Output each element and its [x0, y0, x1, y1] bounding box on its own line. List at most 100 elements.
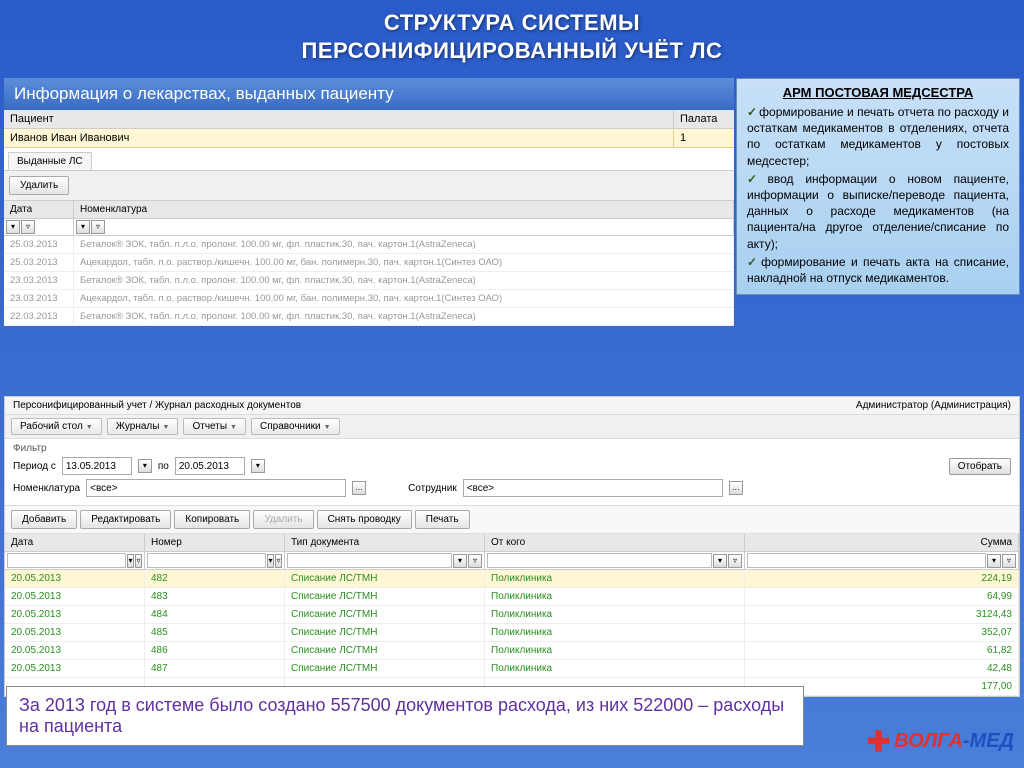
cell-date: 20.05.2013: [5, 588, 145, 605]
cell-date: 23.03.2013: [4, 272, 74, 289]
add-button[interactable]: Добавить: [11, 510, 77, 529]
filter-funnel-icon[interactable]: ▿: [135, 554, 142, 568]
unpost-button[interactable]: Снять проводку: [317, 510, 412, 529]
filter-funnel-icon[interactable]: ▿: [275, 554, 282, 568]
cell-nom: Беталок® ЗОК, табл. п.л.о. пролонг. 100.…: [74, 308, 734, 325]
col-from[interactable]: От кого: [485, 534, 745, 551]
cell-type: Списание ЛС/ТМН: [285, 570, 485, 587]
filter-funnel-icon[interactable]: ▿: [468, 554, 482, 568]
col-nomenclature[interactable]: Номенклатура: [74, 201, 734, 218]
chevron-down-icon: ▼: [86, 424, 93, 431]
calendar-icon[interactable]: ▾: [138, 459, 152, 473]
breadcrumb: Персонифицированный учет / Журнал расход…: [13, 400, 301, 411]
table-row[interactable]: 22.03.2013Беталок® ЗОК, табл. п.л.о. про…: [4, 308, 734, 326]
lookup-icon[interactable]: …: [729, 481, 743, 495]
slide-title: СТРУКТУРА СИСТЕМЫ ПЕРСОНИФИЦИРОВАННЫЙ УЧ…: [0, 0, 1024, 70]
tab-issued-drugs[interactable]: Выданные ЛС: [8, 152, 92, 170]
table-row[interactable]: 20.05.2013485Списание ЛС/ТМНПоликлиника3…: [5, 624, 1019, 642]
col-num[interactable]: Номер: [145, 534, 285, 551]
table-row[interactable]: 25.03.2013Беталок® ЗОК, табл. п.л.о. про…: [4, 236, 734, 254]
cell-num: 485: [145, 624, 285, 641]
check-icon: ✓: [747, 172, 766, 186]
chevron-down-icon: ▼: [324, 424, 331, 431]
filter-funnel-icon[interactable]: ▿: [91, 220, 105, 234]
chevron-down-icon: ▼: [162, 424, 169, 431]
menu-reports[interactable]: Отчеты▼: [183, 418, 246, 435]
footnote-statistic: За 2013 год в системе было создано 55750…: [6, 686, 804, 746]
cell-type: Списание ЛС/ТМН: [285, 606, 485, 623]
col-sum[interactable]: Сумма: [745, 534, 1019, 551]
cell-sum: 64,99: [745, 588, 1019, 605]
cell-from: Поликлиника: [485, 588, 745, 605]
filter-dropdown-icon[interactable]: ▾: [453, 554, 467, 568]
logo: ✚ ВОЛГА-МЕД: [867, 725, 1014, 758]
cell-from: Поликлиника: [485, 642, 745, 659]
emp-input[interactable]: [463, 479, 723, 497]
col-patient: Пациент: [4, 110, 674, 128]
filter-sum-input[interactable]: [747, 553, 986, 568]
lookup-icon[interactable]: …: [352, 481, 366, 495]
nom-input[interactable]: [86, 479, 346, 497]
table-row[interactable]: 20.05.2013482Списание ЛС/ТМНПоликлиника2…: [5, 570, 1019, 588]
period-to-label: по: [158, 461, 169, 472]
delete-button[interactable]: Удалить: [9, 176, 69, 195]
patient-row[interactable]: Иванов Иван Иванович 1: [4, 129, 734, 148]
date-to-input[interactable]: [175, 457, 245, 475]
table-row[interactable]: 23.03.2013Ацекардол, табл. п.о. раствор.…: [4, 290, 734, 308]
cell-num: 484: [145, 606, 285, 623]
sidebar-info-box: АРМ ПОСТОВАЯ МЕДСЕСТРА ✓формирование и п…: [736, 78, 1020, 295]
edit-button[interactable]: Редактировать: [80, 510, 171, 529]
menu-refs[interactable]: Справочники▼: [251, 418, 340, 435]
date-from-input[interactable]: [62, 457, 132, 475]
table-row[interactable]: 20.05.2013483Списание ЛС/ТМНПоликлиника6…: [5, 588, 1019, 606]
filter-dropdown-icon[interactable]: ▾: [713, 554, 727, 568]
cell-nom: Беталок® ЗОК, табл. п.л.о. пролонг. 100.…: [74, 236, 734, 253]
filter-num-input[interactable]: [147, 553, 266, 568]
patient-header: Пациент Палата: [4, 110, 734, 129]
table-row[interactable]: 20.05.2013487Списание ЛС/ТМНПоликлиника4…: [5, 660, 1019, 678]
filter-dropdown-icon[interactable]: ▾: [267, 554, 274, 568]
cell-nom: Беталок® ЗОК, табл. п.л.о. пролонг. 100.…: [74, 272, 734, 289]
table-row[interactable]: 20.05.2013486Списание ЛС/ТМНПоликлиника6…: [5, 642, 1019, 660]
delete-button[interactable]: Удалить: [253, 510, 313, 529]
cell-from: Поликлиника: [485, 624, 745, 641]
check-icon: ✓: [747, 105, 757, 119]
check-icon: ✓: [747, 255, 759, 269]
menu-desktop[interactable]: Рабочий стол▼: [11, 418, 102, 435]
table-row[interactable]: 25.03.2013Ацекардол, табл. п.о. раствор.…: [4, 254, 734, 272]
col-type[interactable]: Тип документа: [285, 534, 485, 551]
col-date[interactable]: Дата: [4, 201, 74, 218]
filter-header: Фильтр: [13, 443, 1011, 454]
table-row[interactable]: 23.03.2013Беталок® ЗОК, табл. п.л.о. про…: [4, 272, 734, 290]
user-label: Администратор (Администрация): [856, 400, 1011, 411]
cell-date: 20.05.2013: [5, 642, 145, 659]
filter-from-input[interactable]: [487, 553, 712, 568]
section-header: Информация о лекарствах, выданных пациен…: [4, 78, 734, 110]
cell-type: Списание ЛС/ТМН: [285, 642, 485, 659]
filter-funnel-icon[interactable]: ▿: [21, 220, 35, 234]
col-ward: Палата: [674, 110, 734, 128]
filter-date-input[interactable]: [7, 553, 126, 568]
cell-num: 486: [145, 642, 285, 659]
sidebar-title: АРМ ПОСТОВАЯ МЕДСЕСТРА: [747, 85, 1009, 100]
filter-funnel-icon[interactable]: ▿: [1002, 554, 1016, 568]
filter-dropdown-icon[interactable]: ▾: [6, 220, 20, 234]
cell-date: 25.03.2013: [4, 236, 74, 253]
cell-sum: 42,48: [745, 660, 1019, 677]
col-date[interactable]: Дата: [5, 534, 145, 551]
menu-journals[interactable]: Журналы▼: [107, 418, 179, 435]
print-button[interactable]: Печать: [415, 510, 470, 529]
cell-type: Списание ЛС/ТМН: [285, 660, 485, 677]
copy-button[interactable]: Копировать: [174, 510, 250, 529]
filter-dropdown-icon[interactable]: ▾: [987, 554, 1001, 568]
cell-from: Поликлиника: [485, 660, 745, 677]
table-row[interactable]: 20.05.2013484Списание ЛС/ТМНПоликлиника3…: [5, 606, 1019, 624]
filter-dropdown-icon[interactable]: ▾: [127, 554, 134, 568]
cell-num: 482: [145, 570, 285, 587]
select-button[interactable]: Отобрать: [949, 458, 1011, 475]
filter-funnel-icon[interactable]: ▿: [728, 554, 742, 568]
filter-type-input[interactable]: [287, 553, 452, 568]
calendar-icon[interactable]: ▾: [251, 459, 265, 473]
cross-icon: ✚: [867, 725, 890, 758]
filter-dropdown-icon[interactable]: ▾: [76, 220, 90, 234]
